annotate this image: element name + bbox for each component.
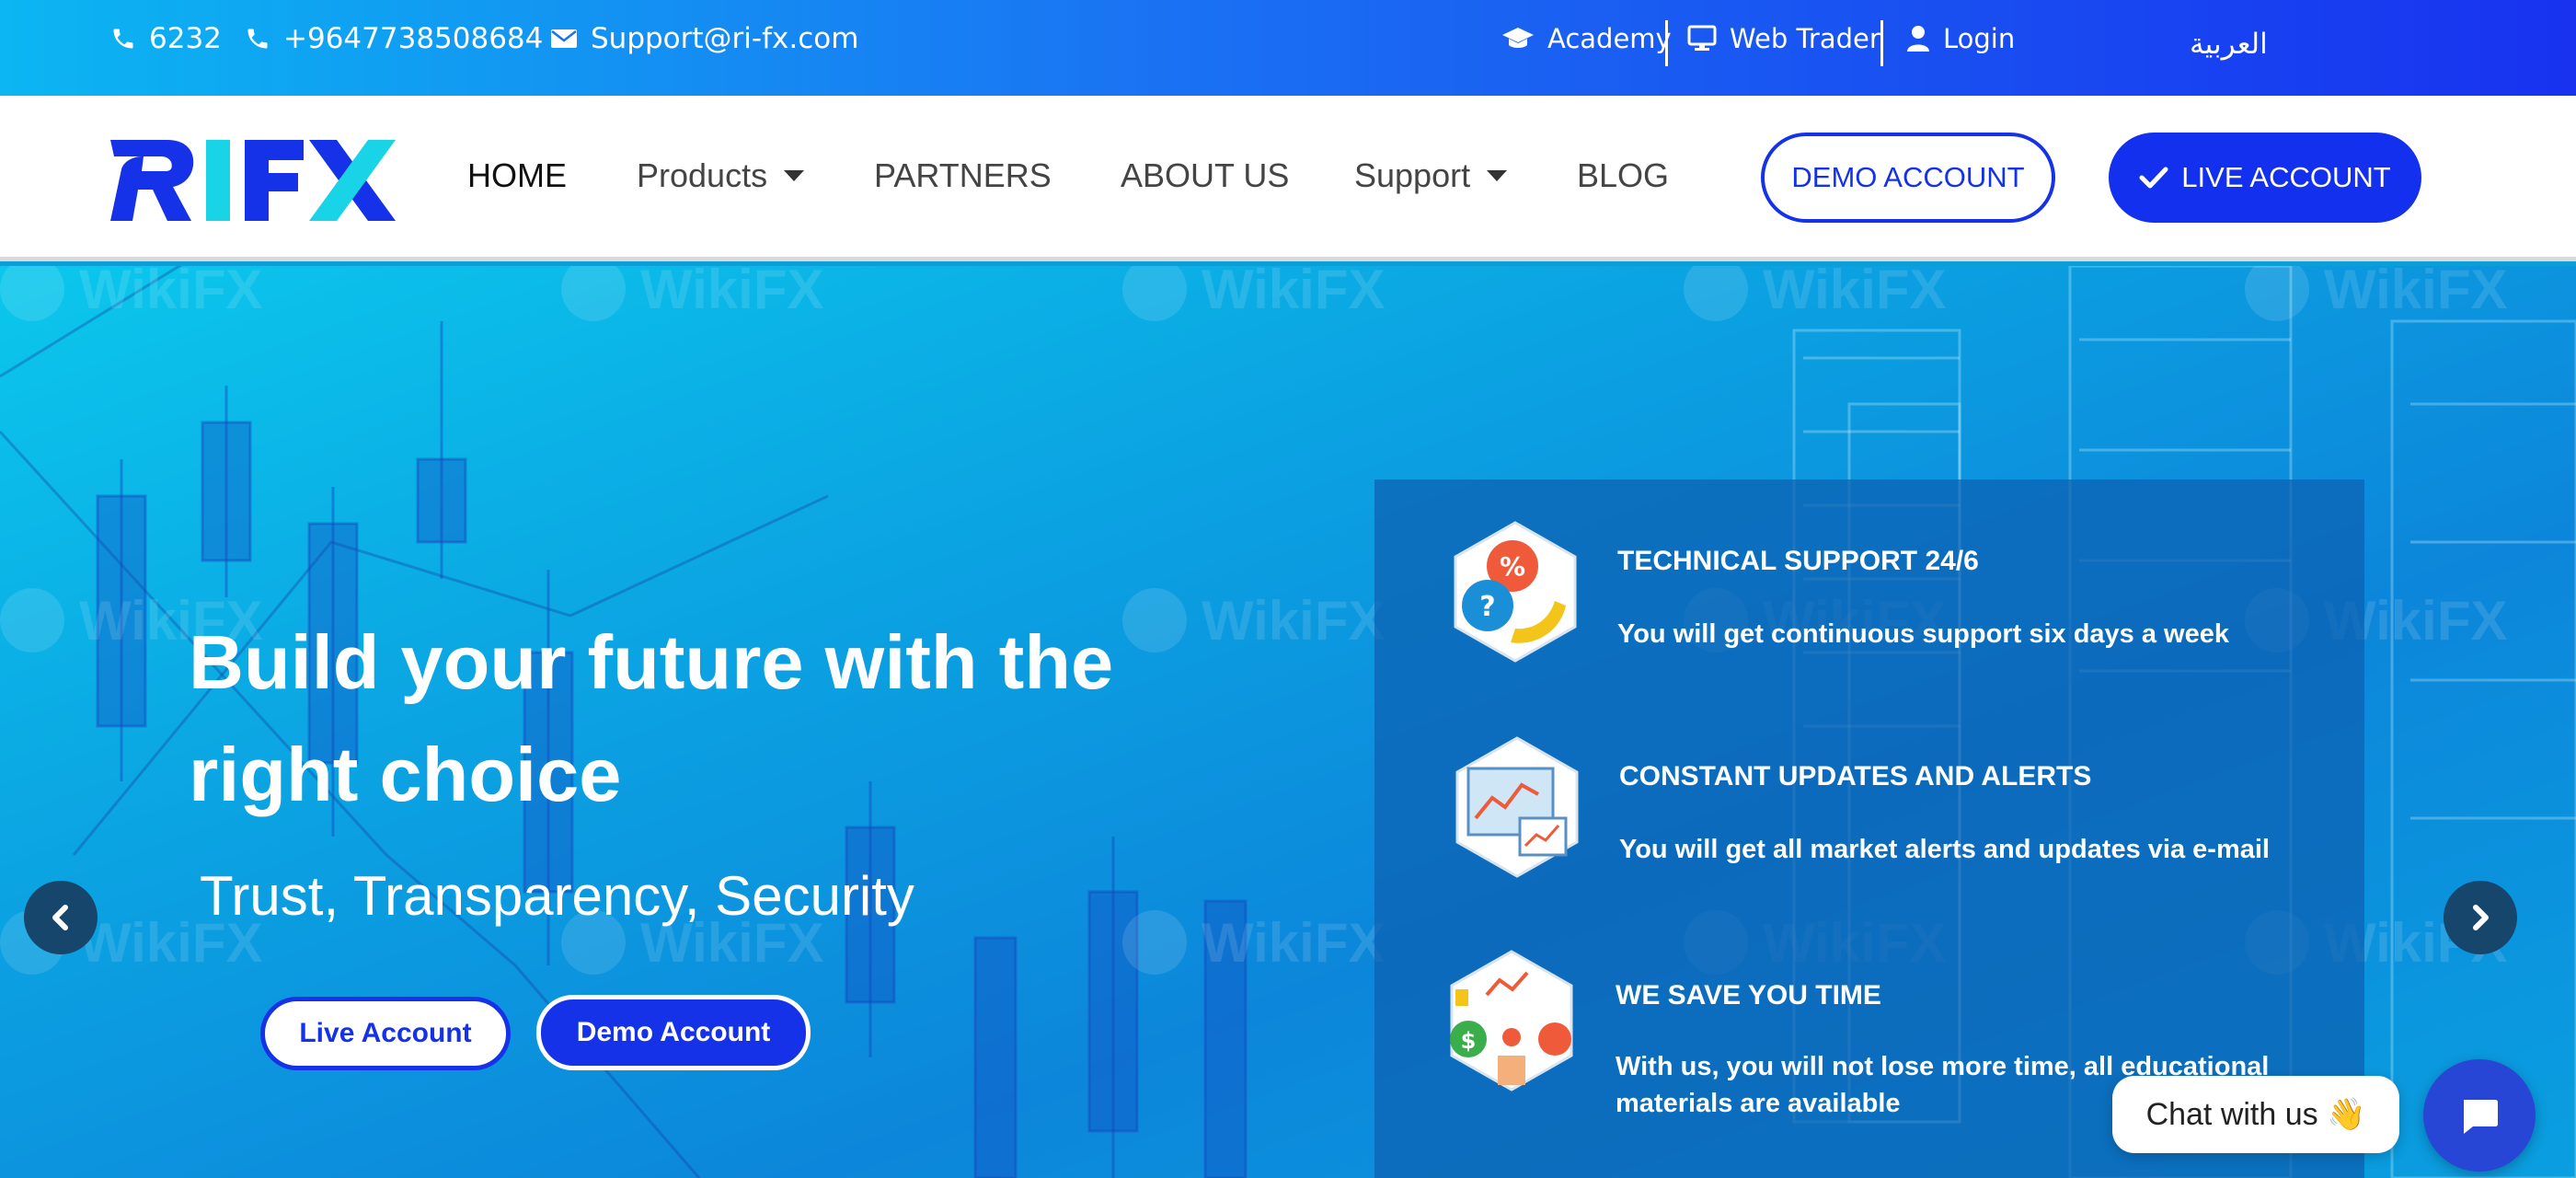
watermark: WikiFX [0,266,262,321]
phone-icon [113,29,133,49]
envelope-icon [551,29,577,48]
watermark: WikiFX [2245,266,2507,321]
hero-title: Build your future with the right choice [189,619,1114,817]
features-panel: % ? TECHNICAL SUPPORT 24/6 You will get … [1374,479,2364,1178]
nav-about-label: ABOUT US [1121,156,1290,194]
phone-long-text: +9647738508684 [283,22,544,55]
feature-title: CONSTANT UPDATES AND ALERTS [1619,761,2092,791]
nav-home[interactable]: HOME [467,156,567,195]
nav-partners[interactable]: PARTNERS [874,156,1052,195]
watermark-text: WikiFX [1202,266,1386,320]
market-alerts-icon [1455,736,1579,878]
support-phone-icon: % ? [1454,521,1577,663]
svg-text:?: ? [1479,591,1495,623]
live-account-label: LIVE ACCOUNT [2181,161,2391,193]
watermark: WikiFX [1684,266,1946,321]
monitor-icon [1687,25,1717,51]
phone-icon [247,29,268,49]
hero-live-account-label: Live Account [299,1018,472,1048]
chevron-down-icon [1487,170,1508,181]
feature-text: You will get all market alerts and updat… [1619,835,2270,864]
web-trader-label: Web Trader [1730,23,1880,54]
feature-text: You will get continuous support six days… [1617,619,2229,649]
chat-icon [2464,1100,2498,1134]
nav-products-label: Products [637,156,768,194]
nav-home-label: HOME [467,156,567,194]
nav-partners-label: PARTNERS [874,156,1052,194]
watermark-text: WikiFX [640,266,824,320]
checkmark-icon [2139,167,2168,189]
chevron-right-icon [2473,905,2489,930]
rifx-logo[interactable] [110,133,396,225]
nav-about[interactable]: ABOUT US [1121,156,1289,195]
hero-demo-account-button[interactable]: Demo Account [536,995,811,1070]
top-contact-bar: 6232 +9647738508684 Support@ri-fx.com Ac… [0,0,2576,96]
chat-label: Chat with us 👋 [2145,1097,2366,1132]
nav-blog[interactable]: BLOG [1577,156,1669,195]
live-account-button[interactable]: LIVE ACCOUNT [2109,133,2421,223]
language-switch[interactable]: العربية [2190,26,2268,63]
svg-text:%: % [1500,551,1525,582]
nav-blog-label: BLOG [1577,156,1670,194]
phone-long[interactable]: +9647738508684 [245,20,543,57]
watermark: WikiFX [561,266,823,321]
hero-live-account-button[interactable]: Live Account [260,997,511,1070]
watermark-text: WikiFX [1202,911,1386,974]
topbar-divider [1665,20,1668,66]
demo-account-button[interactable]: DEMO ACCOUNT [1761,133,2055,223]
graduation-cap-icon [1502,28,1534,48]
main-navbar: HOME Products PARTNERS ABOUT US Support … [0,96,2576,261]
hero-subtitle: Trust, Transparency, Security [200,865,914,927]
email-text: Support@ri-fx.com [591,22,859,55]
chat-button[interactable] [2423,1059,2536,1172]
chat-with-us-bubble[interactable]: Chat with us 👋 [2112,1076,2399,1153]
nav-support[interactable]: Support [1354,156,1508,195]
login-label: Login [1943,23,2016,54]
watermark-text: WikiFX [1763,266,1947,320]
email-link[interactable]: Support@ri-fx.com [550,20,858,57]
hero-slider: WikiFX WikiFX WikiFX WikiFX WikiFX WikiF… [0,266,2576,1178]
svg-text:$: $ [1461,1028,1477,1054]
language-label: العربية [2190,28,2268,61]
slider-prev-button[interactable] [24,881,98,954]
time-saving-icon: $ [1450,950,1573,1091]
watermark-text: WikiFX [1202,589,1386,652]
watermark: WikiFX [1122,910,1385,975]
nav-products[interactable]: Products [637,156,805,195]
watermark-text: WikiFX [79,266,263,320]
watermark-text: WikiFX [2324,266,2508,320]
academy-link[interactable]: Academy [1501,20,1672,57]
web-trader-link[interactable]: Web Trader [1687,20,1880,57]
phone-short[interactable]: 6232 [110,20,222,57]
user-icon [1907,26,1929,52]
slider-next-button[interactable] [2444,881,2517,954]
watermark: WikiFX [1122,266,1385,321]
topbar-divider [1880,20,1883,66]
login-link[interactable]: Login [1906,20,2015,57]
hero-demo-account-label: Demo Account [576,1017,771,1047]
feature-title: TECHNICAL SUPPORT 24/6 [1617,546,1979,576]
phone-short-text: 6232 [149,22,222,55]
demo-account-label: DEMO ACCOUNT [1791,161,2025,193]
feature-title: WE SAVE YOU TIME [1616,980,1881,1011]
academy-label: Academy [1547,23,1672,54]
chevron-left-icon [52,905,68,930]
chevron-down-icon [784,170,805,181]
nav-support-label: Support [1354,156,1471,194]
